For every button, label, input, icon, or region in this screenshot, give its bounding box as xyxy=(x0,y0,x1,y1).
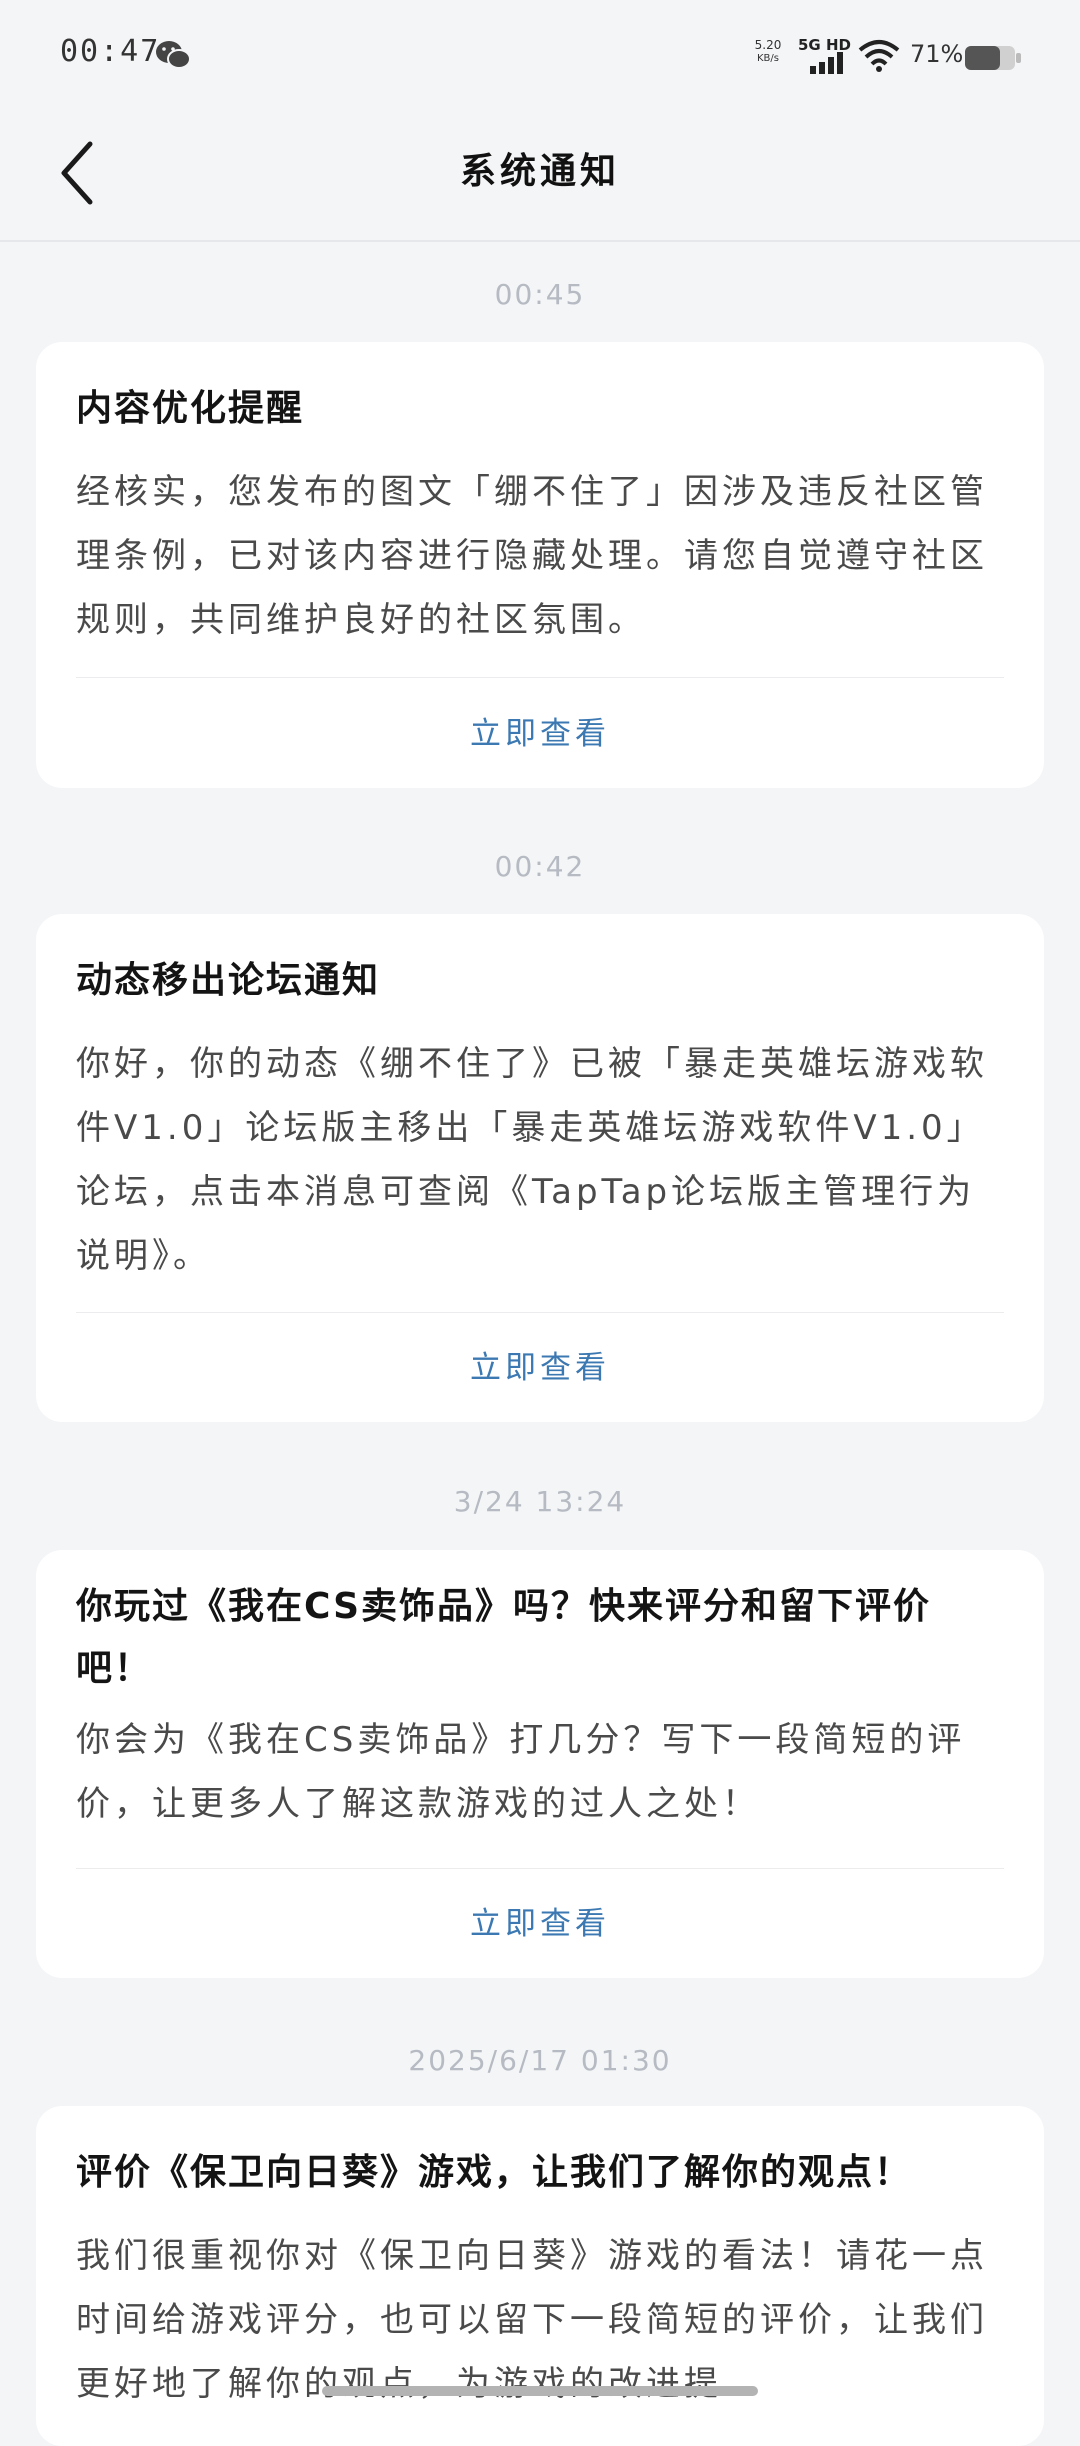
notification-time: 3/24 13:24 xyxy=(453,1485,627,1518)
status-bar: 00:47 5.20 KB/s 5G HD 71% xyxy=(0,0,1080,110)
battery-icon xyxy=(965,46,1021,70)
network-speed: 5.20 KB/s xyxy=(748,38,788,66)
wifi-icon xyxy=(858,40,900,72)
card-divider xyxy=(76,1868,1004,1869)
home-indicator[interactable] xyxy=(322,2386,758,2396)
notification-time: 00:45 xyxy=(494,278,586,311)
nav-bar: 系统通知 xyxy=(0,110,1080,242)
notification-time: 00:42 xyxy=(494,850,586,883)
notification-time: 2025/6/17 01:30 xyxy=(408,2044,672,2077)
notification-body: 经核实，您发布的图文「绷不住了」因涉及违反社区管理条例，已对该内容进行隐藏处理。… xyxy=(76,472,988,640)
card-divider xyxy=(76,1312,1004,1313)
notification-body: 你会为《我在CS卖饰品》打几分？写下一段简短的评价，让更多人了解这款游戏的过人之… xyxy=(76,1720,966,1824)
view-now-button[interactable]: 立即查看 xyxy=(36,708,1044,753)
view-now-button[interactable]: 立即查看 xyxy=(36,1898,1044,1943)
view-now-button[interactable]: 立即查看 xyxy=(36,1342,1044,1387)
notification-card[interactable]: 你玩过《我在CS卖饰品》吗？快来评分和留下评价吧！ 你会为《我在CS卖饰品》打几… xyxy=(36,1550,1044,1978)
notification-title: 内容优化提醒 xyxy=(76,388,305,429)
status-time: 00:47 xyxy=(60,34,161,69)
notification-body: 你好，你的动态《绷不住了》已被「暴走英雄坛游戏软件V1.0」论坛版主移出「暴走英… xyxy=(76,1044,988,1276)
notification-title: 评价《保卫向日葵》游戏，让我们了解你的观点！ xyxy=(76,2152,913,2193)
wechat-icon xyxy=(156,41,191,69)
notification-card[interactable]: 动态移出论坛通知 你好，你的动态《绷不住了》已被「暴走英雄坛游戏软件V1.0」论… xyxy=(36,914,1044,1422)
card-divider xyxy=(76,677,1004,678)
network-speed-value: 5.20 xyxy=(754,38,782,52)
notification-title: 动态移出论坛通知 xyxy=(76,960,381,1001)
notification-card[interactable]: 内容优化提醒 经核实，您发布的图文「绷不住了」因涉及违反社区管理条例，已对该内容… xyxy=(36,342,1044,788)
page-title: 系统通知 xyxy=(459,151,620,192)
battery-percent: 71% xyxy=(910,40,964,68)
network-speed-unit: KB/s xyxy=(757,53,779,64)
cell-signal-icon xyxy=(810,52,843,74)
notification-title: 你玩过《我在CS卖饰品》吗？快来评分和留下评价吧！ xyxy=(76,1586,932,1689)
